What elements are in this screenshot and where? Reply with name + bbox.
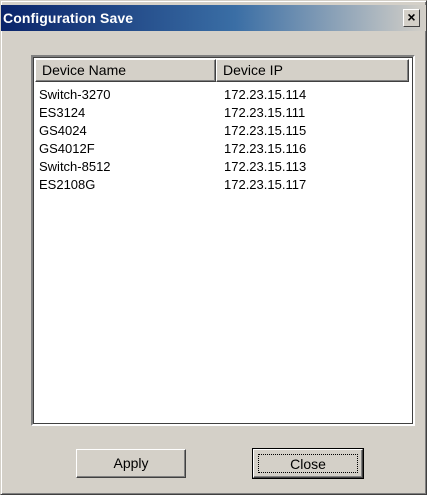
device-list-rows: Switch-3270 172.23.15.114 ES3124 172.23.… [39,86,409,194]
title-bar: Configuration Save × [1,5,426,31]
configuration-save-dialog: Configuration Save × Device Name Device … [0,0,427,495]
dialog-title: Configuration Save [3,10,134,26]
column-header-device-name[interactable]: Device Name [35,59,216,82]
column-header-device-ip[interactable]: Device IP [216,59,409,82]
device-ip-cell: 172.23.15.116 [224,141,307,156]
device-name-cell: ES2108G [39,177,96,192]
device-ip-cell: 172.23.15.117 [224,177,307,192]
close-button-label: Close [258,454,358,473]
device-ip-cell: 172.23.15.114 [224,87,307,102]
device-row[interactable]: ES2108G 172.23.15.117 [39,176,409,194]
device-name-cell: ES3124 [39,105,86,120]
device-ip-cell: 172.23.15.115 [224,123,307,138]
device-row[interactable]: Switch-8512 172.23.15.113 [39,158,409,176]
device-row[interactable]: GS4024 172.23.15.115 [39,122,409,140]
device-name-cell: GS4012F [39,141,95,156]
device-row[interactable]: GS4012F 172.23.15.116 [39,140,409,158]
device-name-cell: Switch-8512 [39,159,111,174]
close-button[interactable]: Close [252,448,364,479]
apply-button[interactable]: Apply [76,449,186,478]
device-row[interactable]: Switch-3270 172.23.15.114 [39,86,409,104]
device-ip-cell: 172.23.15.113 [224,159,307,174]
device-ip-cell: 172.23.15.111 [224,105,306,120]
device-list[interactable]: Device Name Device IP Switch-3270 172.23… [31,55,415,426]
device-name-cell: GS4024 [39,123,87,138]
device-list-header: Device Name Device IP [35,59,409,82]
device-row[interactable]: ES3124 172.23.15.111 [39,104,409,122]
close-window-icon[interactable]: × [403,9,420,27]
device-name-cell: Switch-3270 [39,87,111,102]
